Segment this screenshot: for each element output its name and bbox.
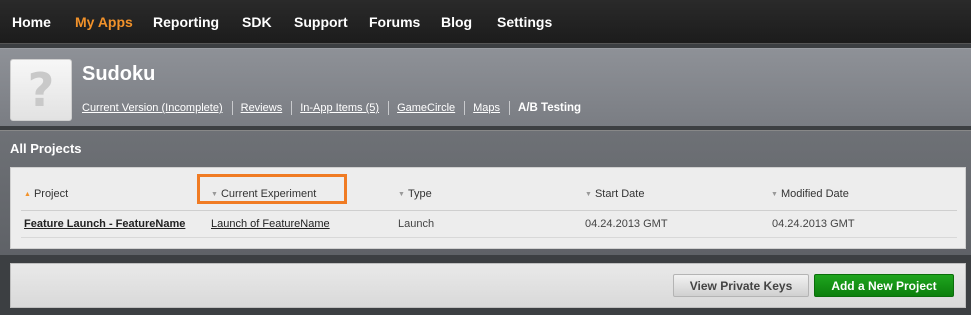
view-private-keys-button[interactable]: View Private Keys — [673, 274, 809, 297]
action-bar: View Private Keys Add a New Project — [10, 263, 966, 308]
nav-my-apps[interactable]: My Apps — [75, 14, 133, 30]
app-icon-glyph: ? — [27, 63, 55, 117]
nav-blog[interactable]: Blog — [441, 14, 472, 30]
column-label: Project — [33, 188, 69, 200]
subnav-ab-testing[interactable]: A/B Testing — [518, 101, 590, 115]
experiment-link[interactable]: Launch of FeatureName — [211, 218, 330, 230]
top-nav: Home My Apps Reporting SDK Support Forum… — [0, 0, 971, 44]
column-header-start-date[interactable]: ▼ Start Date — [585, 188, 644, 200]
subnav-current-version[interactable]: Current Version (Incomplete) — [82, 101, 233, 115]
nav-support[interactable]: Support — [294, 14, 348, 30]
section-title: All Projects — [10, 141, 82, 156]
column-header-type[interactable]: ▼ Type — [398, 188, 432, 200]
nav-home[interactable]: Home — [12, 14, 51, 30]
nav-reporting[interactable]: Reporting — [153, 14, 219, 30]
column-label: Type — [407, 188, 432, 200]
app-subnav: Current Version (Incomplete) Reviews In-Ap… — [82, 98, 598, 115]
header-divider — [21, 210, 957, 211]
subnav-gamecircle[interactable]: GameCircle — [397, 101, 466, 115]
column-label: Modified Date — [780, 188, 849, 200]
highlight-box — [197, 174, 347, 204]
question-mark-icon: ? — [10, 59, 72, 121]
add-new-project-button[interactable]: Add a New Project — [814, 274, 954, 297]
projects-table: ▲ Project ▼ Current Experiment ▼ Type ▼ Star… — [10, 167, 966, 249]
subnav-reviews[interactable]: Reviews — [241, 101, 293, 115]
nav-settings[interactable]: Settings — [497, 14, 552, 30]
column-header-modified-date[interactable]: ▼ Modified Date — [771, 188, 849, 200]
projects-panel: All Projects ▲ Project ▼ Current Experimen… — [0, 130, 971, 255]
subnav-maps[interactable]: Maps — [473, 101, 511, 115]
nav-forums[interactable]: Forums — [369, 14, 420, 30]
app-title: Sudoku — [82, 63, 156, 85]
modified-date-cell: 04.24.2013 GMT — [772, 218, 855, 230]
sort-icon: ▼ — [771, 191, 778, 198]
column-header-project[interactable]: ▲ Project — [24, 188, 68, 200]
row-divider — [21, 237, 957, 238]
sort-icon: ▼ — [398, 191, 405, 198]
project-link[interactable]: Feature Launch - FeatureName — [24, 218, 185, 230]
column-label: Start Date — [594, 188, 645, 200]
type-cell: Launch — [398, 218, 435, 230]
nav-sdk[interactable]: SDK — [242, 14, 272, 30]
app-header: ? Sudoku Current Version (Incomplete) Rev… — [0, 48, 971, 126]
sort-icon: ▼ — [585, 191, 592, 198]
sort-asc-icon: ▲ — [24, 191, 31, 198]
start-date-cell: 04.24.2013 GMT — [585, 218, 668, 230]
subnav-in-app-items[interactable]: In-App Items (5) — [300, 101, 390, 115]
